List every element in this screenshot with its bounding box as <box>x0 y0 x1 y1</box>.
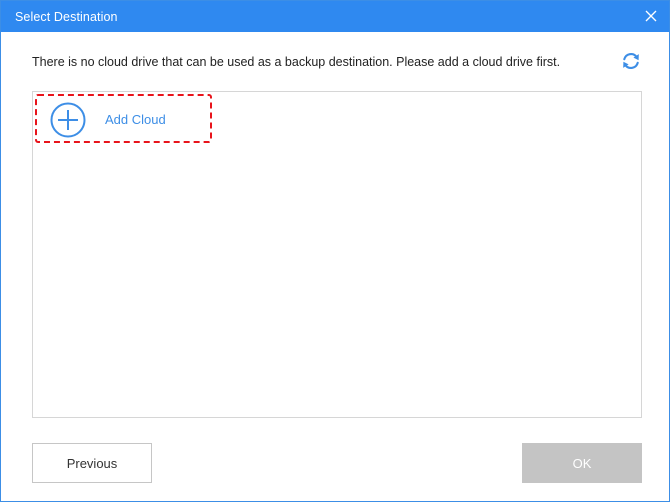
window-title: Select Destination <box>15 10 118 24</box>
refresh-button[interactable] <box>620 50 642 72</box>
ok-button: OK <box>522 443 642 483</box>
close-icon <box>645 10 657 22</box>
add-cloud-button[interactable]: Add Cloud <box>35 94 212 143</box>
add-cloud-plus-icon <box>50 102 86 138</box>
cloud-list-panel: Add Cloud <box>32 91 642 418</box>
add-cloud-label: Add Cloud <box>105 112 166 127</box>
close-button[interactable] <box>641 6 661 26</box>
previous-button[interactable]: Previous <box>32 443 152 483</box>
title-bar: Select Destination <box>1 1 669 32</box>
plus-circle-icon <box>50 102 86 138</box>
refresh-icon <box>623 53 639 69</box>
select-destination-dialog: Select Destination There is no cloud dri… <box>0 0 670 502</box>
no-cloud-message: There is no cloud drive that can be used… <box>32 55 561 69</box>
